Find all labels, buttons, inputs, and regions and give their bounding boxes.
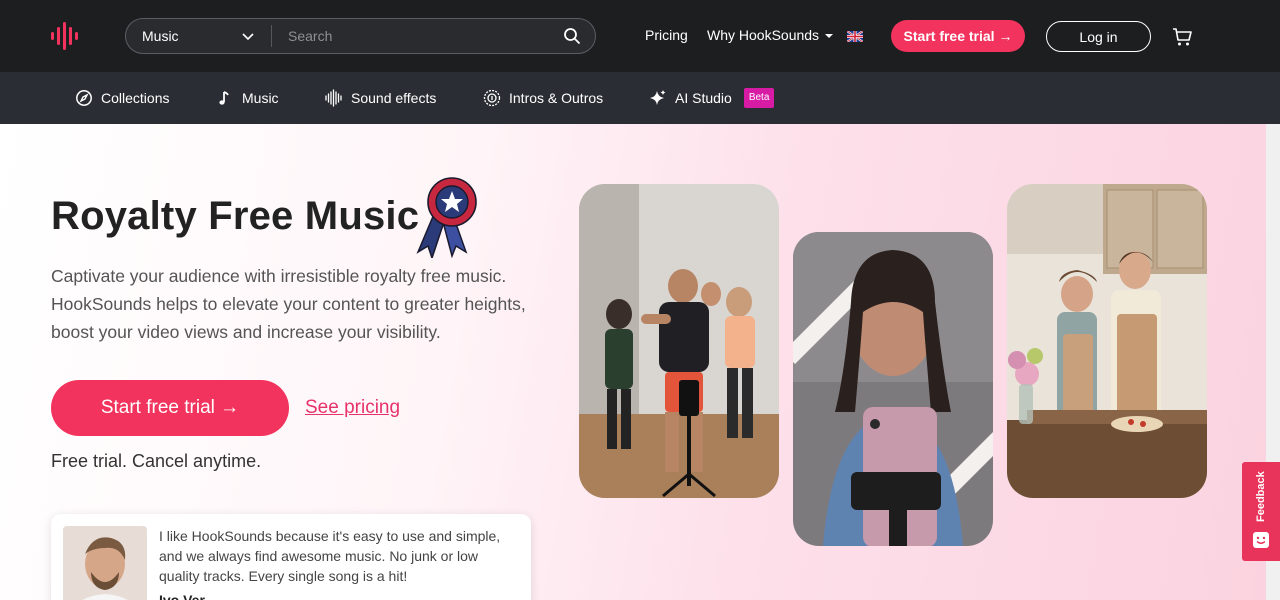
start-free-trial-button[interactable]: Start free trial →	[891, 20, 1025, 52]
search-input[interactable]	[272, 19, 552, 53]
testimonial-avatar	[63, 526, 147, 600]
testimonial-card: I like HookSounds because it's easy to u…	[51, 514, 531, 600]
hero-start-trial-button[interactable]: Start free trial →	[51, 380, 289, 436]
chevron-down-icon	[242, 33, 254, 41]
nav-why-label: Why HookSounds	[707, 27, 820, 43]
feedback-label: Feedback	[1255, 471, 1267, 522]
nav-pricing-link[interactable]: Pricing	[645, 27, 688, 43]
compass-icon	[76, 90, 92, 106]
hero-photo-creator	[793, 232, 993, 546]
caret-down-icon	[824, 34, 833, 39]
award-ribbon-icon	[416, 177, 477, 258]
beta-badge: Beta	[743, 88, 775, 108]
subnav-item-intros-outros[interactable]: Intros & Outros	[483, 72, 603, 124]
waveform-icon	[325, 89, 342, 107]
nav-why-hooksounds[interactable]: Why HookSounds	[707, 27, 833, 43]
trial-note: Free trial. Cancel anytime.	[51, 451, 262, 471]
subnav-item-sound-effects[interactable]: Sound effects	[325, 72, 436, 124]
search-category-select[interactable]: Music	[126, 19, 271, 53]
hooksounds-logo[interactable]	[50, 22, 80, 50]
log-in-button[interactable]: Log in	[1046, 21, 1151, 52]
subnav-item-label: Collections	[101, 90, 170, 106]
sparkle-icon	[650, 90, 666, 105]
subnav-item-label: Music	[242, 90, 279, 106]
subnav-item-label: Sound effects	[351, 90, 437, 106]
hero-photo-dancers	[579, 184, 779, 498]
subnav-item-collections[interactable]: Collections	[75, 72, 169, 124]
testimonial-author: Ivo Ver...	[159, 592, 216, 600]
search-icon[interactable]	[563, 27, 581, 45]
uk-flag-icon[interactable]	[847, 31, 863, 42]
top-bar: Music Pricing Why HookSounds Start free …	[0, 0, 1280, 72]
category-nav: Collections Music Sound effects Intros &…	[0, 72, 1280, 124]
smiley-icon	[1253, 532, 1269, 548]
subnav-item-ai-studio[interactable]: AI Studio Beta	[649, 72, 775, 124]
hero-photo-kitchen	[1007, 184, 1207, 498]
feedback-tab[interactable]: Feedback	[1242, 462, 1280, 561]
cart-icon[interactable]	[1172, 27, 1192, 47]
search-bar: Music	[125, 18, 596, 54]
see-pricing-link[interactable]: See pricing	[305, 397, 400, 419]
subnav-item-label: Intros & Outros	[509, 90, 604, 106]
subnav-item-music[interactable]: Music	[216, 72, 279, 124]
page-title: Royalty Free Music	[51, 194, 420, 238]
music-note-icon	[219, 91, 229, 105]
subnav-item-label: AI Studio	[675, 90, 732, 106]
hero-description: Captivate your audience with irresistibl…	[51, 266, 526, 342]
badge-icon	[483, 89, 501, 107]
search-category-label: Music	[142, 28, 179, 44]
testimonial-quote: I like HookSounds because it's easy to u…	[159, 528, 501, 584]
